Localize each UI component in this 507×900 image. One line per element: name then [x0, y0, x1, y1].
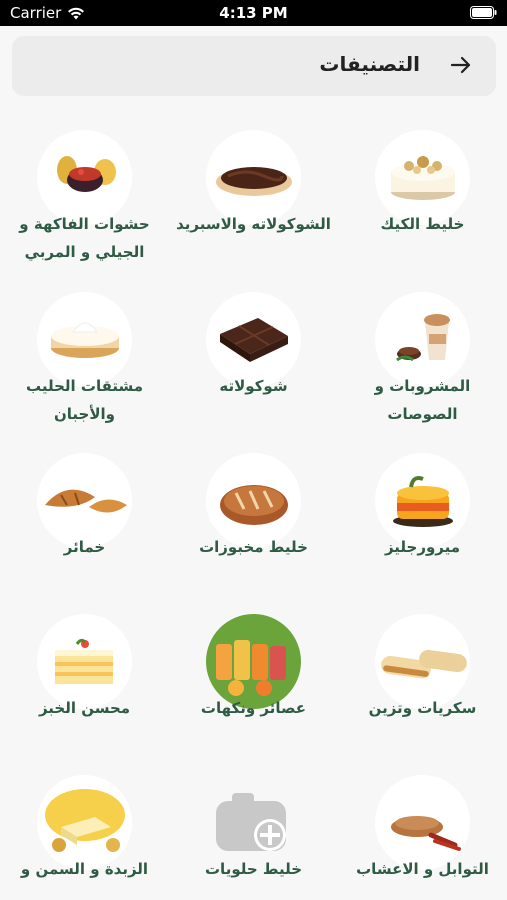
- category-drinks-sauces[interactable]: المشروبات و الصوصات: [338, 282, 507, 442]
- page-title: التصنيفات: [319, 52, 420, 76]
- category-label: سكريات وتزين: [368, 699, 477, 717]
- category-label: حشوات الفاكهة و الجيلي و المربي: [19, 215, 150, 261]
- category-butter-ghee-fats[interactable]: الزبدة و السمن و الدهون: [0, 765, 169, 890]
- category-label: خليط حلويات: [204, 860, 303, 878]
- battery-icon: [470, 6, 497, 19]
- category-label: مشتقات الحليب والأجبان: [25, 377, 144, 423]
- category-sweets-mix[interactable]: خليط حلويات: [169, 765, 338, 890]
- category-spices-herbs[interactable]: التوابل و الاعشاب: [338, 765, 507, 890]
- arrow-right-icon[interactable]: [448, 52, 474, 78]
- status-bar: Carrier 4:13 PM: [0, 0, 507, 26]
- category-label: التوابل و الاعشاب: [356, 860, 489, 878]
- category-label: عصائر ونكهات: [200, 699, 307, 717]
- category-yeast[interactable]: خمائر: [0, 443, 169, 603]
- category-label: خليط مخبوزات: [199, 538, 308, 556]
- category-label: ميرورجليز: [384, 538, 461, 556]
- category-cake-mix[interactable]: خليط الكيك: [338, 120, 507, 280]
- category-label: الشوكولاته والاسبريد: [176, 215, 331, 233]
- category-sugars-decoration[interactable]: سكريات وتزين: [338, 604, 507, 764]
- clock: 4:13 PM: [219, 4, 288, 22]
- category-label: محسن الخبز: [38, 699, 131, 717]
- category-label: المشروبات و الصوصات: [374, 377, 471, 423]
- category-label: شوكولاته: [219, 377, 288, 395]
- category-chocolate-spread[interactable]: الشوكولاته والاسبريد: [169, 120, 338, 280]
- category-label: خليط الكيك: [380, 215, 465, 233]
- categories-header: التصنيفات: [12, 36, 496, 96]
- category-dairy-cheese[interactable]: مشتقات الحليب والأجبان: [0, 282, 169, 442]
- category-fruit-fillings[interactable]: حشوات الفاكهة و الجيلي و المربي: [0, 120, 169, 280]
- category-bakery-mix[interactable]: خليط مخبوزات: [169, 443, 338, 603]
- category-label: الزبدة و السمن و الدهون: [20, 860, 149, 890]
- category-juices-flavors[interactable]: عصائر ونكهات: [169, 604, 338, 764]
- category-mirror-glaze[interactable]: ميرورجليز: [338, 443, 507, 603]
- category-label: خمائر: [63, 538, 106, 556]
- category-bread-improver[interactable]: محسن الخبز: [0, 604, 169, 764]
- category-chocolate[interactable]: شوكولاته: [169, 282, 338, 442]
- categories-grid: خليط الكيك الشوكولاته والاسبريد حشوات ال…: [0, 110, 507, 890]
